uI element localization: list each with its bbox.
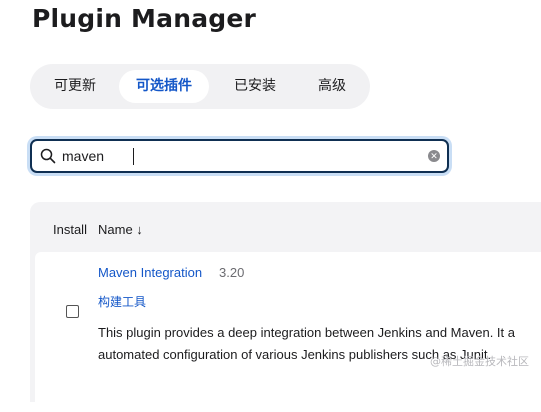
plugin-name-link[interactable]: Maven Integration (98, 265, 202, 280)
category-tag[interactable]: 构建工具 (98, 293, 146, 310)
tab-installed[interactable]: 已安装 (222, 70, 288, 103)
watermark: @稀土掘金技术社区 (430, 355, 529, 368)
search-input[interactable] (62, 145, 422, 167)
tab-updates[interactable]: 可更新 (40, 70, 110, 103)
column-header-install[interactable]: Install (53, 222, 87, 237)
install-checkbox[interactable] (66, 305, 79, 318)
plugin-tabs: 可更新 可选插件 已安装 高级 (30, 64, 370, 109)
search-box[interactable]: ✕ (30, 139, 449, 173)
plugins-table: Install Name ↓ Maven Integration 3.20 构建… (30, 202, 541, 412)
table-row: Maven Integration 3.20 构建工具 This plugin … (35, 252, 541, 412)
column-header-name[interactable]: Name ↓ (98, 222, 143, 237)
clear-icon[interactable]: ✕ (428, 150, 440, 162)
page-title: Plugin Manager (32, 4, 257, 33)
description-line-1: This plugin provides a deep integration … (98, 325, 515, 340)
text-caret (133, 148, 134, 165)
search-icon (40, 148, 56, 164)
plugin-version: 3.20 (219, 265, 245, 280)
tab-available[interactable]: 可选插件 (119, 70, 209, 103)
tab-advanced[interactable]: 高级 (305, 70, 359, 103)
